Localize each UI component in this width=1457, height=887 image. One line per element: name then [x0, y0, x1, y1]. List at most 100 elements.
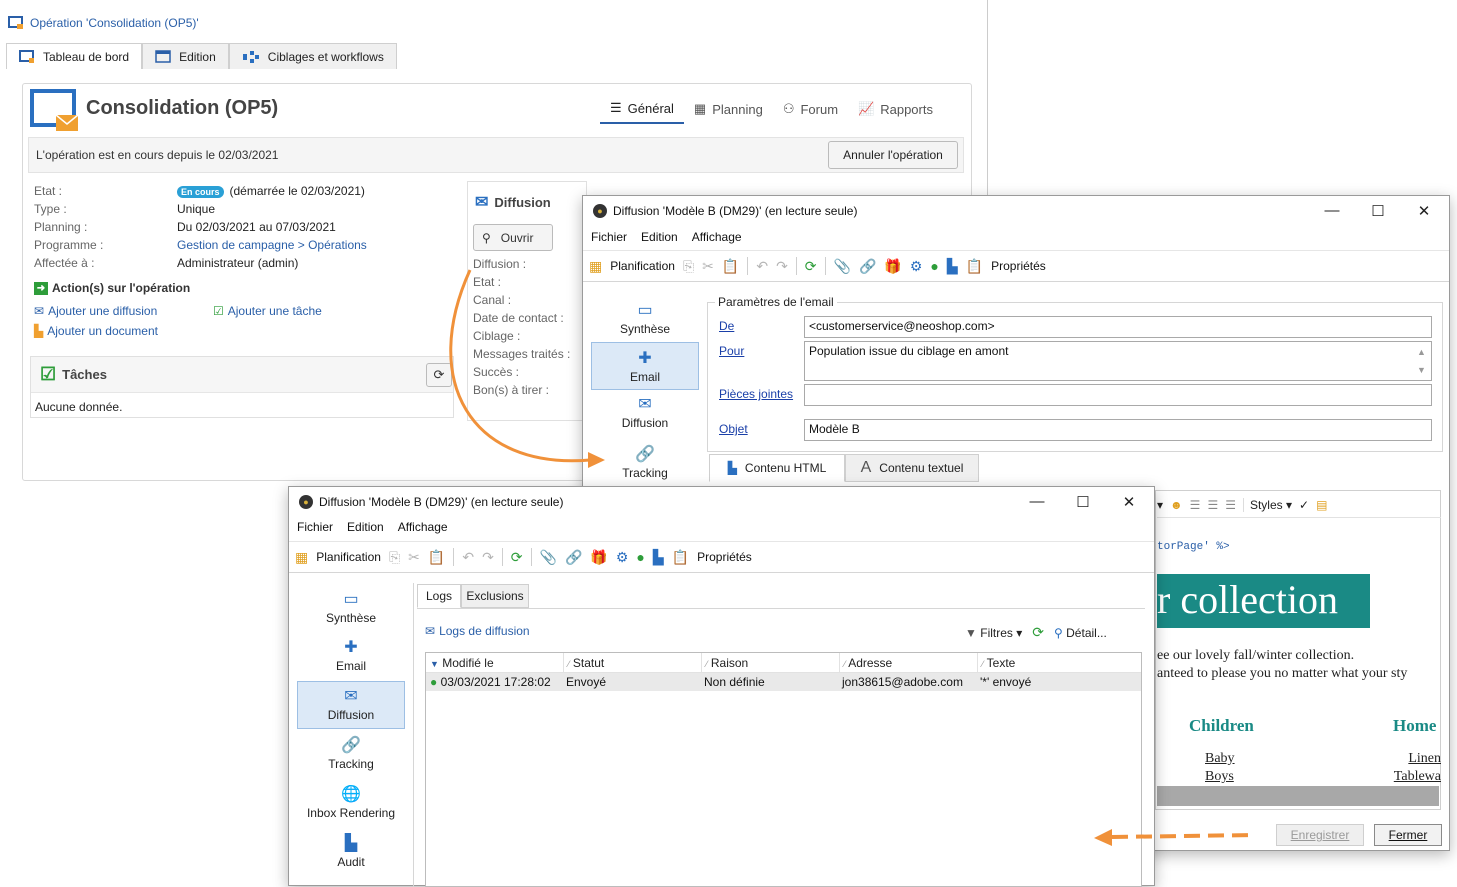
col-raison[interactable]: ⁄ Raison: [702, 653, 840, 673]
nav-general[interactable]: ☰ Général: [600, 96, 684, 124]
tab-exclusions[interactable]: Exclusions: [461, 584, 529, 608]
nav-rapports[interactable]: 📈 Rapports: [848, 96, 943, 124]
cut-icon[interactable]: ✂: [702, 258, 714, 275]
menu-affichage[interactable]: Affichage: [692, 230, 742, 244]
personalize-icon[interactable]: ⚙: [910, 258, 923, 275]
link-icon[interactable]: 🔗: [859, 258, 876, 275]
attachment-icon[interactable]: 📎: [834, 258, 851, 275]
menu-fichier[interactable]: Fichier: [591, 230, 627, 244]
gift-icon[interactable]: 🎁: [884, 258, 901, 275]
programme-link[interactable]: Gestion de campagne > Opérations: [177, 238, 367, 252]
spellcheck-icon[interactable]: ✓: [1299, 498, 1309, 512]
to-scrollbar[interactable]: ▲ ▼: [1417, 343, 1426, 379]
properties-icon[interactable]: 📋: [966, 258, 983, 275]
copy-icon[interactable]: ⎘: [683, 258, 694, 275]
styles-dropdown[interactable]: Styles ▾: [1242, 497, 1292, 512]
col-statut[interactable]: ⁄ Statut: [564, 653, 702, 673]
col-adresse[interactable]: ⁄ Adresse: [840, 653, 978, 673]
attachment-icon[interactable]: 📎: [540, 549, 557, 566]
tab-ciblages-workflows[interactable]: Ciblages et workflows: [228, 43, 397, 69]
editor-hscrollbar[interactable]: [1157, 786, 1439, 806]
boys-link[interactable]: Boys: [1205, 768, 1235, 786]
align-left-icon[interactable]: ☰: [1190, 498, 1201, 512]
from-field[interactable]: <customerservice@neoshop.com>: [804, 316, 1432, 338]
attachments-field[interactable]: [804, 384, 1432, 406]
refresh-icon[interactable]: ⟳: [511, 549, 523, 566]
to-label[interactable]: Pour: [719, 344, 744, 358]
minimize-icon[interactable]: —: [1309, 202, 1355, 220]
validate-icon[interactable]: ●: [930, 258, 938, 274]
sidebar-item-tracking[interactable]: 🔗 Tracking: [297, 735, 405, 775]
tab-edition[interactable]: Edition: [142, 43, 229, 69]
properties-icon[interactable]: 📋: [672, 549, 689, 566]
validate-icon[interactable]: ●: [636, 549, 644, 565]
redo-icon[interactable]: ↷: [482, 549, 494, 566]
baby-link[interactable]: Baby: [1205, 750, 1235, 768]
link-icon[interactable]: 🔗: [565, 549, 582, 566]
proof-icon[interactable]: ▙: [947, 258, 958, 275]
to-field[interactable]: Population issue du ciblage en amont: [804, 341, 1432, 381]
tab-contenu-textuel[interactable]: A Contenu textuel: [845, 454, 979, 482]
add-diffusion-link[interactable]: ✉ Ajouter une diffusion: [34, 304, 157, 318]
close-button[interactable]: Fermer: [1374, 824, 1442, 846]
table-row[interactable]: ● 03/03/2021 17:28:02 Envoyé Non définie…: [426, 673, 1141, 691]
filters-button[interactable]: ▼ Filtres ▾: [965, 626, 1022, 640]
minimize-icon[interactable]: —: [1014, 493, 1060, 511]
add-document-link[interactable]: ▙ Ajouter un document: [34, 324, 158, 338]
menu-affichage[interactable]: Affichage: [398, 520, 448, 534]
proof-icon[interactable]: ▙: [653, 549, 664, 566]
copy-icon[interactable]: ⎘: [389, 549, 400, 566]
sidebar-item-diffusion[interactable]: ✉ Diffusion: [297, 681, 405, 729]
refresh-icon[interactable]: ⟳: [805, 258, 817, 275]
image-icon[interactable]: ▾: [1157, 498, 1163, 512]
sidebar-item-synthese[interactable]: ▭ Synthèse: [297, 589, 405, 633]
maximize-icon[interactable]: ☐: [1060, 493, 1106, 511]
detail-button[interactable]: ⚲ Détail...: [1054, 626, 1107, 640]
close-icon[interactable]: ✕: [1106, 493, 1152, 511]
tab-contenu-html[interactable]: ▙ Contenu HTML: [709, 454, 845, 482]
paste-icon[interactable]: 📋: [428, 549, 445, 566]
scroll-down-icon[interactable]: ▼: [1417, 361, 1426, 379]
calendar-icon[interactable]: ▦: [295, 549, 308, 566]
tableware-link[interactable]: Tablewa: [1383, 768, 1441, 786]
smiley-icon[interactable]: ☻: [1170, 498, 1183, 512]
sidebar-item-audit[interactable]: ▙ Audit: [297, 833, 405, 873]
properties-button[interactable]: Propriétés: [697, 550, 752, 564]
refresh-icon[interactable]: ⟳: [1032, 624, 1044, 641]
undo-icon[interactable]: ↶: [462, 549, 474, 566]
align-center-icon[interactable]: ☰: [1207, 498, 1218, 512]
menu-fichier[interactable]: Fichier: [297, 520, 333, 534]
add-task-link[interactable]: ☑ Ajouter une tâche: [213, 304, 322, 318]
planification-button[interactable]: Planification: [316, 550, 381, 564]
gift-icon[interactable]: 🎁: [590, 549, 607, 566]
cancel-operation-button[interactable]: Annuler l'opération: [828, 141, 958, 169]
menu-edition[interactable]: Edition: [641, 230, 678, 244]
sidebar-item-email[interactable]: ✚ Email: [297, 637, 405, 681]
scroll-up-icon[interactable]: ▲: [1417, 343, 1426, 361]
close-icon[interactable]: ✕: [1401, 202, 1447, 220]
insert-icon[interactable]: ▤: [1316, 498, 1327, 512]
personalize-icon[interactable]: ⚙: [616, 549, 629, 566]
attachments-label[interactable]: Pièces jointes: [719, 387, 793, 401]
subject-label[interactable]: Objet: [719, 422, 748, 436]
open-button[interactable]: ⚲ Ouvrir: [473, 224, 553, 251]
col-texte[interactable]: ⁄ Texte: [978, 653, 1141, 673]
tab-tableau-de-bord[interactable]: Tableau de bord: [6, 43, 143, 69]
paste-icon[interactable]: 📋: [722, 258, 739, 275]
tab-logs[interactable]: Logs: [417, 584, 461, 608]
from-label[interactable]: De: [719, 319, 734, 333]
align-right-icon[interactable]: ☰: [1225, 498, 1236, 512]
menu-edition[interactable]: Edition: [347, 520, 384, 534]
linen-link[interactable]: Linen: [1383, 750, 1441, 768]
nav-forum[interactable]: ⚇ Forum: [773, 96, 848, 124]
redo-icon[interactable]: ↷: [776, 258, 788, 275]
save-button[interactable]: Enregistrer: [1276, 824, 1364, 846]
subject-field[interactable]: Modèle B: [804, 419, 1432, 441]
cut-icon[interactable]: ✂: [408, 549, 420, 566]
properties-button[interactable]: Propriétés: [991, 259, 1046, 273]
sidebar-item-inbox-rendering[interactable]: 🌐 Inbox Rendering: [297, 784, 405, 824]
undo-icon[interactable]: ↶: [756, 258, 768, 275]
nav-planning[interactable]: ▦ Planning: [684, 96, 773, 124]
col-modifie-le[interactable]: ▼ Modifié le: [426, 653, 564, 673]
maximize-icon[interactable]: ☐: [1355, 202, 1401, 220]
